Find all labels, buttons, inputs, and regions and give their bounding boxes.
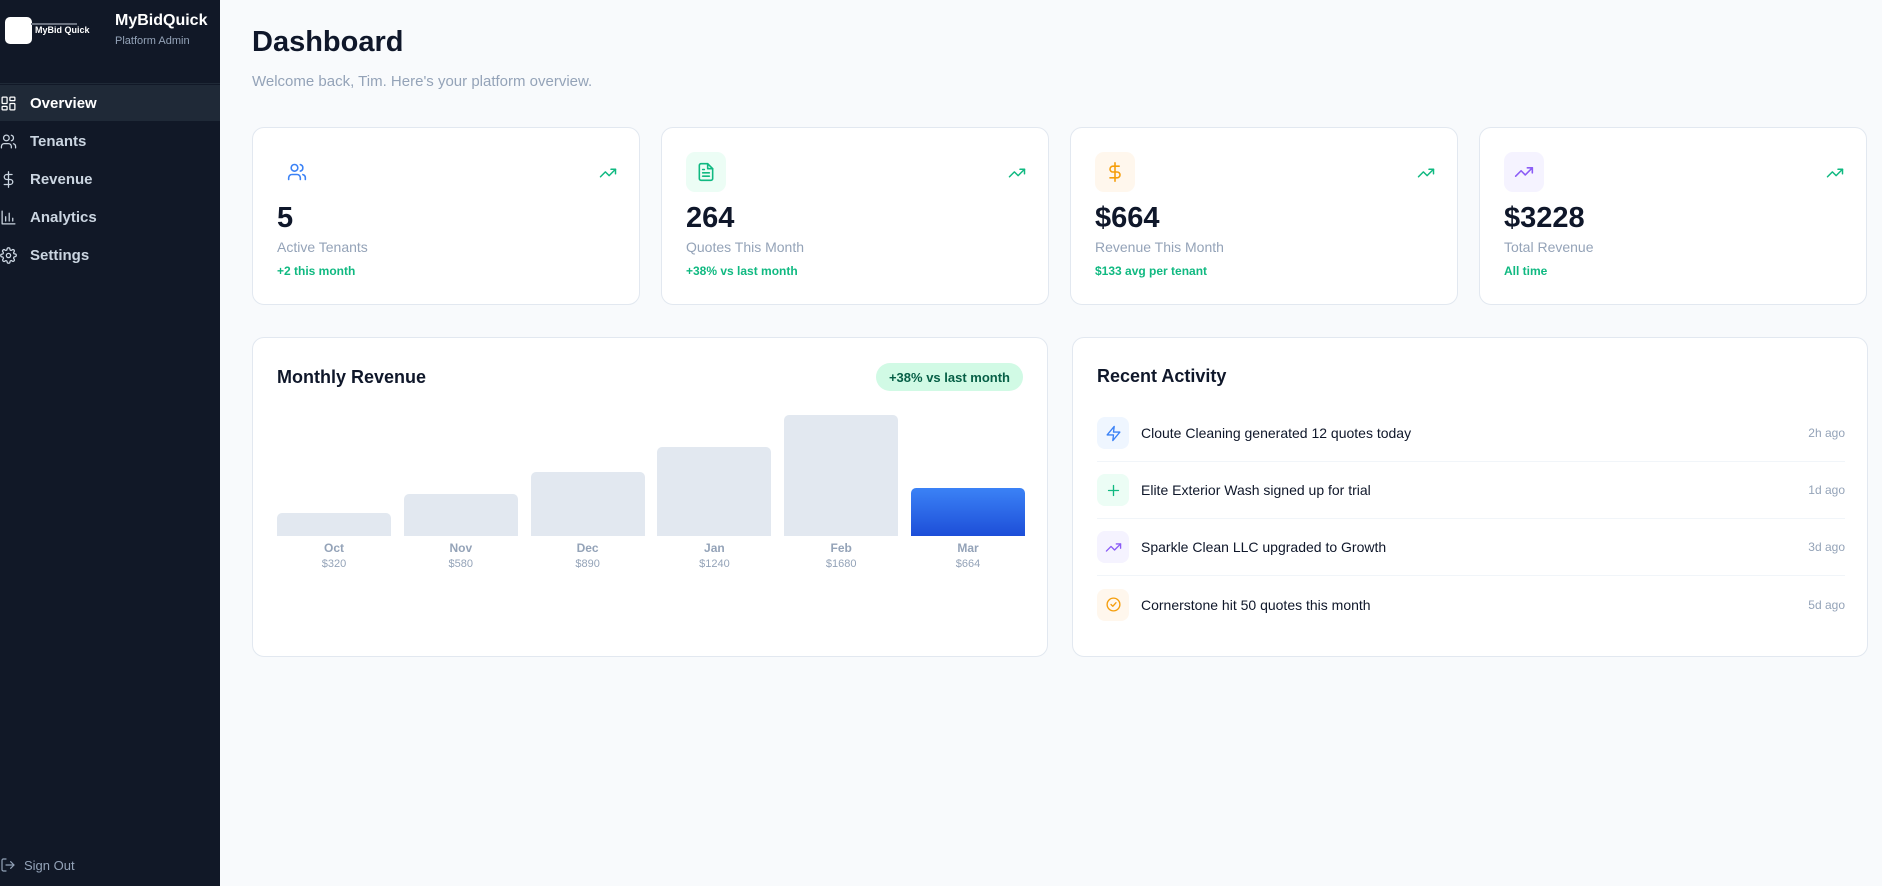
stat-label: Revenue This Month — [1095, 239, 1224, 255]
document-icon — [686, 152, 726, 192]
revenue-bar-chart — [277, 396, 1025, 536]
stat-card-total-revenue: $3228 Total Revenue All time — [1479, 127, 1867, 305]
page-subtitle: Welcome back, Tim. Here's your platform … — [252, 73, 593, 90]
stat-note: +2 this month — [277, 264, 356, 278]
activity-text: Elite Exterior Wash signed up for trial — [1141, 482, 1371, 498]
page-title: Dashboard — [252, 26, 404, 58]
brand-header: MyBid Quick MyBidQuick Platform Admin — [0, 0, 220, 84]
stat-value: $664 — [1095, 202, 1160, 234]
bar-value-label: $890 — [575, 558, 600, 570]
sidebar-item-analytics[interactable]: Analytics — [0, 199, 220, 235]
revenue-bar-jan[interactable] — [657, 447, 772, 536]
sidebar-item-settings[interactable]: Settings — [0, 237, 220, 273]
activity-text: Cornerstone hit 50 quotes this month — [1141, 596, 1371, 613]
logo-mark — [5, 16, 32, 44]
revenue-bar-mar[interactable] — [911, 488, 1025, 536]
check-circle-icon — [1097, 588, 1129, 621]
bar-value-label: $1680 — [825, 558, 857, 570]
activity-time: 5d ago — [1808, 597, 1845, 612]
recent-activity-card: Recent Activity Cloute Cleaning generate… — [1072, 337, 1868, 657]
activity-title: Recent Activity — [1097, 366, 1227, 386]
sidebar-item-label: Analytics — [30, 208, 97, 226]
sidebar-item-label: Settings — [30, 246, 90, 264]
stat-label: Quotes This Month — [686, 239, 805, 255]
sidebar-item-label: Revenue — [30, 170, 93, 188]
trending-up-icon — [599, 164, 617, 182]
revenue-bar-nov[interactable] — [403, 494, 518, 536]
plus-icon — [1097, 474, 1129, 506]
gear-icon — [0, 246, 30, 264]
trending-up-icon — [1826, 164, 1844, 182]
bar-value-label: $1240 — [699, 558, 730, 570]
stat-note: All time — [1504, 264, 1548, 278]
growth-badge: +38% vs last month — [875, 363, 1023, 391]
stat-value: $3228 — [1504, 202, 1585, 234]
sign-out-button[interactable]: Sign Out — [0, 853, 75, 877]
activity-item[interactable]: Sparkle Clean LLC upgraded to Growth 3d … — [1097, 519, 1845, 576]
chart-title: Monthly Revenue — [277, 367, 427, 387]
revenue-bar-feb[interactable] — [784, 415, 899, 536]
sign-out-label: Sign Out — [24, 857, 75, 873]
bar-value-label: $664 — [955, 558, 981, 570]
sidebar-item-label: Tenants — [30, 132, 87, 150]
users-icon — [0, 133, 30, 150]
stat-card-active-tenants: 5 Active Tenants +2 this month — [252, 127, 640, 305]
trending-up-icon — [1008, 164, 1026, 182]
bar-value-label: $320 — [321, 558, 347, 570]
sidebar-item-revenue[interactable]: Revenue — [0, 161, 220, 197]
bar-category-label: Nov — [449, 541, 473, 555]
stat-label: Total Revenue — [1504, 239, 1594, 255]
brand-role: Platform Admin — [115, 35, 190, 47]
users-icon — [277, 152, 317, 192]
sidebar: MyBid Quick MyBidQuick Platform Admin Ov… — [0, 0, 220, 886]
sidebar-item-label: Overview — [30, 94, 97, 112]
logo: MyBid Quick — [5, 13, 95, 47]
activity-item[interactable]: Cornerstone hit 50 quotes this month 5d … — [1097, 576, 1845, 633]
stat-value: 5 — [277, 202, 294, 234]
bar-value-label: $580 — [448, 558, 474, 570]
stat-value: 264 — [686, 202, 735, 234]
logo-text: MyBid Quick — [35, 25, 90, 35]
bar-category-label: Jan — [704, 541, 725, 555]
activity-item[interactable]: Elite Exterior Wash signed up for trial … — [1097, 462, 1845, 519]
brand-name: MyBidQuick — [115, 12, 208, 29]
trending-up-icon — [1097, 531, 1129, 563]
stat-label: Active Tenants — [277, 239, 368, 255]
activity-time: 1d ago — [1808, 483, 1845, 497]
dollar-icon — [0, 170, 30, 188]
activity-text: Sparkle Clean LLC upgraded to Growth — [1141, 539, 1387, 555]
activity-time: 2h ago — [1808, 426, 1845, 440]
activity-time: 3d ago — [1808, 540, 1845, 554]
activity-text: Cloute Cleaning generated 12 quotes toda… — [1141, 425, 1412, 441]
dollar-icon — [1095, 152, 1135, 192]
revenue-bar-dec[interactable] — [530, 472, 645, 536]
sidebar-item-overview[interactable]: Overview — [0, 85, 220, 121]
bar-chart-icon — [0, 209, 30, 226]
stat-note: $133 avg per tenant — [1095, 264, 1208, 278]
stat-card-quotes: 264 Quotes This Month +38% vs last month — [661, 127, 1049, 305]
logo-tagline — [31, 23, 77, 25]
grid-icon — [0, 95, 30, 112]
trending-up-icon — [1417, 164, 1435, 182]
activity-item[interactable]: Cloute Cleaning generated 12 quotes toda… — [1097, 405, 1845, 462]
bar-category-label: Mar — [957, 541, 979, 555]
bar-category-label: Dec — [576, 541, 599, 555]
monthly-revenue-card: Monthly Revenue +38% vs last month Oct $3… — [252, 337, 1048, 657]
sidebar-item-tenants[interactable]: Tenants — [0, 123, 220, 159]
trending-up-icon — [1504, 152, 1544, 192]
stat-note: +38% vs last month — [686, 264, 798, 278]
stat-card-revenue-month: $664 Revenue This Month $133 avg per ten… — [1070, 127, 1458, 305]
bar-category-label: Oct — [323, 541, 344, 555]
logout-icon — [1, 858, 15, 872]
bar-category-label: Feb — [830, 541, 852, 555]
revenue-bar-oct[interactable] — [277, 513, 391, 536]
lightning-icon — [1097, 417, 1129, 449]
